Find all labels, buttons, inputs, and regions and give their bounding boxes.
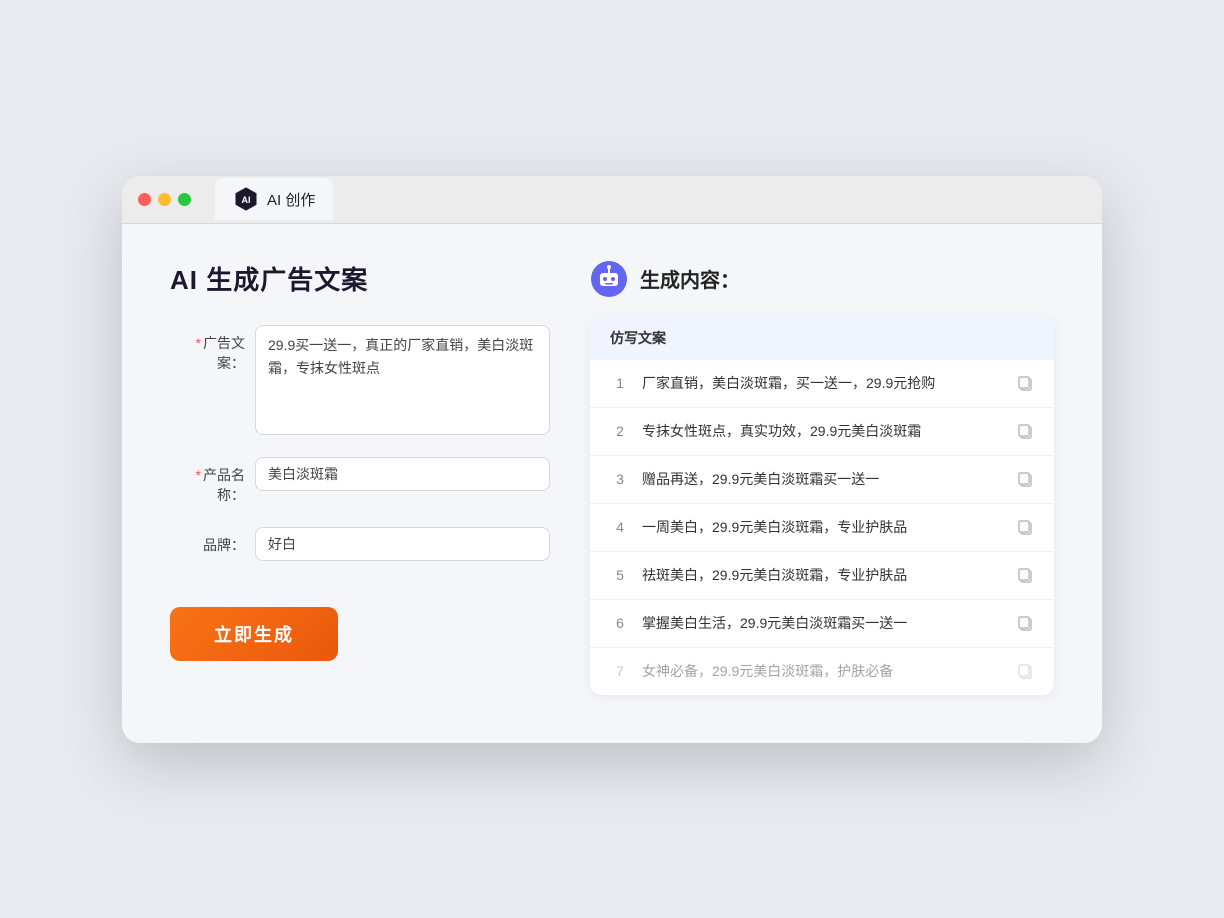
titlebar: AI AI 创作 — [122, 176, 1102, 224]
right-panel: 生成内容： 仿写文案 1 厂家直销，美白淡斑霜，买一送一，29.9元抢购 2 专… — [590, 260, 1054, 695]
row-num-2: 2 — [610, 423, 630, 439]
maximize-button[interactable] — [178, 193, 191, 206]
required-star-2: * — [196, 467, 201, 483]
product-name-label: *产品名称： — [170, 457, 255, 505]
copy-icon-6[interactable] — [1016, 614, 1034, 632]
product-name-input[interactable] — [255, 457, 550, 491]
results-column-header: 仿写文案 — [590, 316, 1054, 360]
svg-text:AI: AI — [242, 195, 251, 205]
ai-tab[interactable]: AI AI 创作 — [215, 178, 333, 220]
traffic-lights — [138, 193, 191, 206]
product-name-row: *产品名称： — [170, 457, 550, 505]
ad-copy-input[interactable] — [255, 325, 550, 435]
result-row-1: 1 厂家直销，美白淡斑霜，买一送一，29.9元抢购 — [590, 360, 1054, 408]
copy-icon-1[interactable] — [1016, 374, 1034, 392]
results-table: 仿写文案 1 厂家直销，美白淡斑霜，买一送一，29.9元抢购 2 专抹女性斑点，… — [590, 316, 1054, 695]
result-row-3: 3 赠品再送，29.9元美白淡斑霜买一送一 — [590, 456, 1054, 504]
ad-copy-row: *广告文案： — [170, 325, 550, 435]
copy-icon-5[interactable] — [1016, 566, 1034, 584]
browser-window: AI AI 创作 AI 生成广告文案 *广告文案： *产品名称： — [122, 176, 1102, 743]
page-title: AI 生成广告文案 — [170, 260, 550, 297]
row-num-4: 4 — [610, 519, 630, 535]
close-button[interactable] — [138, 193, 151, 206]
row-text-6: 掌握美白生活，29.9元美白淡斑霜买一送一 — [642, 613, 1004, 634]
row-num-1: 1 — [610, 375, 630, 391]
result-row-7: 7 女神必备，29.9元美白淡斑霜，护肤必备 — [590, 648, 1054, 695]
copy-icon-2[interactable] — [1016, 422, 1034, 440]
copy-icon-3[interactable] — [1016, 470, 1034, 488]
row-text-7: 女神必备，29.9元美白淡斑霜，护肤必备 — [642, 661, 1004, 682]
row-num-6: 6 — [610, 615, 630, 631]
result-row-5: 5 祛斑美白，29.9元美白淡斑霜，专业护肤品 — [590, 552, 1054, 600]
result-row-6: 6 掌握美白生活，29.9元美白淡斑霜买一送一 — [590, 600, 1054, 648]
tab-label: AI 创作 — [267, 189, 315, 210]
brand-row: 品牌： — [170, 527, 550, 561]
copy-icon-4[interactable] — [1016, 518, 1034, 536]
row-text-5: 祛斑美白，29.9元美白淡斑霜，专业护肤品 — [642, 565, 1004, 586]
brand-label: 品牌： — [170, 527, 255, 555]
right-title: 生成内容： — [640, 264, 740, 293]
main-content: AI 生成广告文案 *广告文案： *产品名称： 品牌： — [122, 224, 1102, 743]
result-row-2: 2 专抹女性斑点，真实功效，29.9元美白淡斑霜 — [590, 408, 1054, 456]
row-text-4: 一周美白，29.9元美白淡斑霜，专业护肤品 — [642, 517, 1004, 538]
ad-copy-label: *广告文案： — [170, 325, 255, 373]
row-num-7: 7 — [610, 663, 630, 679]
required-star: * — [196, 335, 201, 351]
robot-icon — [590, 260, 628, 298]
brand-input[interactable] — [255, 527, 550, 561]
result-row-4: 4 一周美白，29.9元美白淡斑霜，专业护肤品 — [590, 504, 1054, 552]
row-text-3: 赠品再送，29.9元美白淡斑霜买一送一 — [642, 469, 1004, 490]
ai-logo-icon: AI — [233, 186, 259, 212]
results-header-area: 生成内容： — [590, 260, 1054, 298]
generate-button[interactable]: 立即生成 — [170, 607, 338, 661]
row-num-3: 3 — [610, 471, 630, 487]
copy-icon-7[interactable] — [1016, 662, 1034, 680]
left-panel: AI 生成广告文案 *广告文案： *产品名称： 品牌： — [170, 260, 550, 695]
row-text-1: 厂家直销，美白淡斑霜，买一送一，29.9元抢购 — [642, 373, 1004, 394]
minimize-button[interactable] — [158, 193, 171, 206]
row-num-5: 5 — [610, 567, 630, 583]
row-text-2: 专抹女性斑点，真实功效，29.9元美白淡斑霜 — [642, 421, 1004, 442]
